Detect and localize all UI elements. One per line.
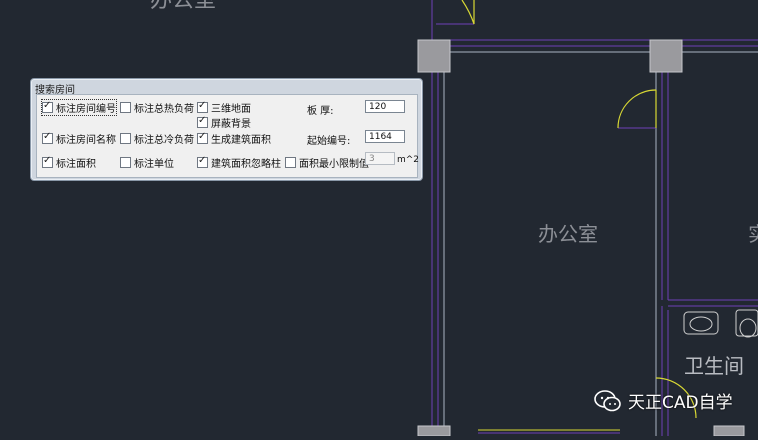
washroom-fixtures — [683, 309, 758, 338]
generate-building-area-checkbox[interactable]: 生成建筑面积 — [197, 131, 271, 146]
watermark: 天正CAD自学 — [594, 388, 733, 413]
slab-thickness-label: 板 厚: — [307, 106, 334, 117]
cad-drawing-canvas[interactable]: 办公室 办公室 实 卫生间 天正CAD自学 — [0, 0, 758, 437]
start-number-label: 起始编号: — [307, 136, 351, 147]
checkbox-label: 建筑面积忽略柱 — [211, 159, 281, 170]
room-label-washroom: 卫生间 — [684, 354, 744, 378]
checkbox-box[interactable] — [120, 133, 131, 144]
checkbox-label: 标注总冷负荷 — [134, 135, 194, 146]
room-label-office: 办公室 — [538, 222, 598, 246]
floor-3d-checkbox[interactable]: 三维地面 — [197, 100, 251, 115]
checkbox-box[interactable] — [120, 102, 131, 113]
checkbox-box[interactable] — [197, 131, 208, 144]
search-rooms-dialog: 搜索房间 标注房间编号 标注房间名称 标注面积 标注总热负荷 标注总冷负荷 标注… — [30, 78, 423, 181]
min-area-unit: m^2 — [397, 155, 420, 165]
checkbox-box[interactable] — [42, 100, 53, 113]
mark-total-heat-load-checkbox[interactable]: 标注总热负荷 — [120, 100, 194, 115]
area-min-limit-checkbox[interactable]: 面积最小限制值 — [285, 155, 369, 170]
start-number-input[interactable] — [365, 130, 405, 143]
building-area-ignore-columns-checkbox[interactable]: 建筑面积忽略柱 — [197, 155, 281, 170]
checkbox-label: 三维地面 — [211, 104, 251, 115]
room-label-office-top: 办公室 — [150, 0, 217, 13]
checkbox-box[interactable] — [42, 155, 53, 168]
room-label-partial: 实 — [748, 218, 758, 247]
watermark-text: 天正CAD自学 — [628, 393, 733, 413]
checkbox-label: 面积最小限制值 — [299, 159, 369, 170]
mark-room-name-checkbox[interactable]: 标注房间名称 — [42, 131, 116, 146]
dialog-body: 标注房间编号 标注房间名称 标注面积 标注总热负荷 标注总冷负荷 标注单位 三维… — [36, 94, 420, 178]
checkbox-label: 标注房间编号 — [56, 104, 116, 115]
mask-background-checkbox[interactable]: 屏蔽背景 — [197, 115, 251, 130]
checkbox-label: 屏蔽背景 — [211, 119, 251, 130]
checkbox-box[interactable] — [197, 115, 208, 128]
mark-total-cool-load-checkbox[interactable]: 标注总冷负荷 — [120, 131, 194, 146]
checkbox-box[interactable] — [285, 157, 296, 168]
checkbox-label: 标注房间名称 — [56, 135, 116, 146]
checkbox-label: 生成建筑面积 — [211, 135, 271, 146]
checkbox-box[interactable] — [197, 155, 208, 168]
floor-plan — [417, 0, 758, 437]
checkbox-box[interactable] — [197, 100, 208, 113]
mark-unit-checkbox[interactable]: 标注单位 — [120, 155, 174, 170]
checkbox-label: 标注面积 — [56, 159, 96, 170]
wechat-icon — [594, 389, 621, 411]
mark-room-number-checkbox[interactable]: 标注房间编号 — [41, 99, 117, 116]
min-area-input[interactable] — [365, 152, 395, 165]
checkbox-label: 标注总热负荷 — [134, 104, 194, 115]
checkbox-label: 标注单位 — [134, 159, 174, 170]
checkbox-box[interactable] — [120, 157, 131, 168]
slab-thickness-input[interactable] — [365, 100, 405, 113]
mark-area-checkbox[interactable]: 标注面积 — [42, 155, 96, 170]
checkbox-box[interactable] — [42, 131, 53, 144]
